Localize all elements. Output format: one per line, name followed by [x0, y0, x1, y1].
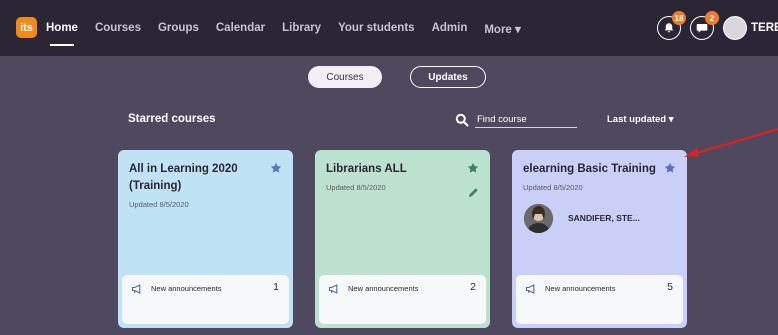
- person-photo-icon: [524, 204, 553, 233]
- user-avatar[interactable]: [723, 16, 747, 40]
- announcements-count: 2: [470, 281, 476, 293]
- section-title: Starred courses: [128, 113, 216, 125]
- course-card[interactable]: elearning Basic Training Updated 8/5/202…: [512, 150, 687, 328]
- chat-bubble-icon: [696, 24, 708, 33]
- search-icon[interactable]: [455, 113, 469, 127]
- nav-courses[interactable]: Courses: [95, 22, 141, 36]
- announcements-label: New announcements: [545, 284, 616, 293]
- find-course-input[interactable]: [475, 111, 577, 128]
- announcements-row[interactable]: New announcements 5: [516, 275, 683, 324]
- announcements-count: 5: [667, 281, 673, 293]
- star-icon[interactable]: [270, 162, 282, 174]
- app-logo[interactable]: its: [16, 17, 37, 38]
- messages-button[interactable]: 2: [690, 11, 719, 40]
- announcements-label: New announcements: [348, 284, 419, 293]
- nav-groups[interactable]: Groups: [158, 22, 199, 36]
- megaphone-icon: [525, 284, 535, 294]
- nav-calendar[interactable]: Calendar: [216, 22, 265, 36]
- teacher-avatar: [524, 204, 553, 233]
- top-navigation-bar: its Home Courses Groups Calendar Library…: [0, 0, 778, 56]
- course-title[interactable]: Librarians ALL: [326, 161, 456, 178]
- nav-more-dropdown[interactable]: More ▾: [484, 22, 520, 36]
- announcements-row[interactable]: New announcements 2: [319, 275, 486, 324]
- notifications-button[interactable]: 18: [657, 11, 686, 40]
- notifications-badge: 18: [672, 11, 686, 25]
- bell-icon: [664, 23, 674, 33]
- teacher-name[interactable]: SANDIFER, STE...: [568, 213, 640, 223]
- nav-your-students[interactable]: Your students: [338, 22, 414, 36]
- megaphone-icon: [328, 284, 338, 294]
- star-icon[interactable]: [664, 162, 676, 174]
- course-card[interactable]: Librarians ALL Updated 8/5/2020 New anno…: [315, 150, 490, 328]
- sort-dropdown[interactable]: Last updated ▾: [607, 114, 674, 125]
- annotation-arrow-icon: [684, 127, 778, 157]
- nav-library[interactable]: Library: [282, 22, 321, 36]
- announcements-row[interactable]: New announcements 1: [122, 275, 289, 324]
- pencil-icon[interactable]: [468, 187, 479, 198]
- announcements-count: 1: [273, 281, 279, 293]
- announcements-label: New announcements: [151, 284, 222, 293]
- tab-updates[interactable]: Updates: [410, 66, 486, 88]
- messages-badge: 2: [705, 11, 719, 25]
- course-updated-date: Updated 8/5/2020: [523, 183, 583, 192]
- course-title[interactable]: elearning Basic Training: [523, 161, 663, 178]
- tab-courses[interactable]: Courses: [308, 66, 382, 88]
- main-nav: Home Courses Groups Calendar Library You…: [46, 22, 538, 46]
- course-updated-date: Updated 8/5/2020: [129, 200, 189, 209]
- user-name[interactable]: TERES: [751, 22, 778, 34]
- star-icon[interactable]: [467, 162, 479, 174]
- nav-admin[interactable]: Admin: [432, 22, 468, 36]
- course-updated-date: Updated 8/5/2020: [326, 183, 386, 192]
- course-title[interactable]: All in Learning 2020 (Training): [129, 161, 259, 195]
- course-card[interactable]: All in Learning 2020 (Training) Updated …: [118, 150, 293, 328]
- nav-home[interactable]: Home: [46, 22, 78, 46]
- megaphone-icon: [131, 284, 141, 294]
